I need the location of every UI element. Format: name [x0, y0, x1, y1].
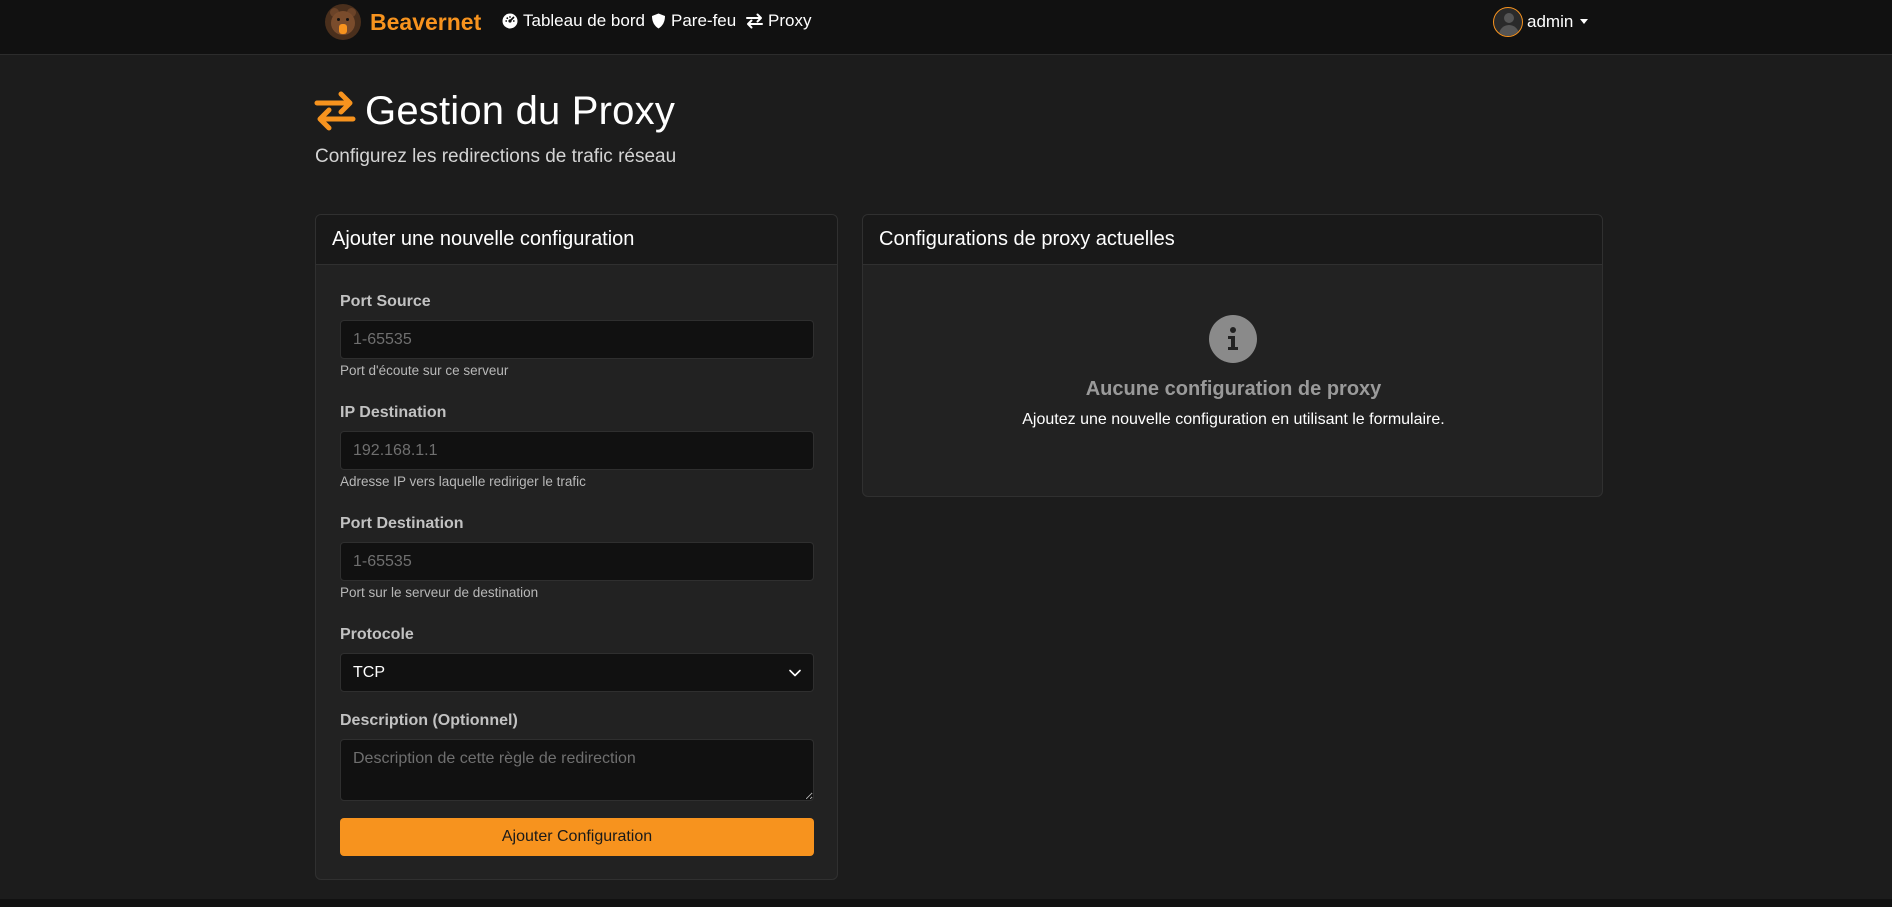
caret-down-icon: [1580, 19, 1589, 24]
empty-state-title: Aucune configuration de proxy: [1085, 378, 1382, 400]
dest-ip-label: IP Destination: [340, 404, 447, 421]
card-title: Configurations de proxy actuelles: [863, 215, 1602, 265]
card-title: Ajouter une nouvelle configuration: [316, 215, 837, 265]
protocol-select[interactable]: TCP: [340, 653, 814, 692]
dest-port-input[interactable]: [340, 542, 814, 581]
dest-ip-help: Adresse IP vers laquelle rediriger le tr…: [340, 474, 586, 489]
username: admin: [1527, 11, 1574, 31]
gauge-icon: [502, 13, 518, 29]
user-menu-dropdown[interactable]: admin: [1493, 6, 1589, 37]
protocol-label: Protocole: [340, 626, 414, 643]
exchange-icon: [314, 91, 356, 131]
dest-port-label: Port Destination: [340, 515, 464, 532]
nav-link-proxy[interactable]: Proxy: [746, 9, 811, 33]
source-port-input[interactable]: [340, 320, 814, 359]
dest-ip-input[interactable]: [340, 431, 814, 470]
empty-state-text: Ajoutez une nouvelle configuration en ut…: [1022, 411, 1445, 428]
exchange-icon: [746, 13, 763, 29]
protocol-value: TCP: [353, 663, 385, 681]
beaver-logo-icon: [325, 4, 361, 40]
nav-link-label: Pare-feu: [671, 11, 737, 30]
current-configurations-card: Configurations de proxy actuelles Aucune…: [862, 214, 1603, 497]
shield-icon: [652, 13, 665, 29]
nav-link-label: Tableau de bord: [523, 11, 645, 30]
page-subtitle: Configurez les redirections de trafic ré…: [315, 146, 677, 167]
footer-strip: [0, 899, 1892, 907]
brand-name: Beavernet: [370, 8, 482, 35]
add-configuration-button[interactable]: Ajouter Configuration: [340, 818, 814, 856]
nav-link-firewall[interactable]: Pare-feu: [651, 9, 736, 33]
description-label: Description (Optionnel): [340, 712, 518, 729]
source-port-help: Port d'écoute sur ce serveur: [340, 363, 509, 378]
add-configuration-card: Ajouter une nouvelle configuration Port …: [315, 214, 838, 880]
source-port-label: Port Source: [340, 293, 431, 310]
page-title: Gestion du Proxy: [365, 88, 676, 133]
chevron-down-icon: [789, 669, 801, 676]
description-textarea[interactable]: [340, 739, 814, 801]
dest-port-help: Port sur le serveur de destination: [340, 585, 539, 600]
page-header: Gestion du Proxy: [314, 86, 675, 136]
avatar: [1493, 6, 1523, 37]
nav-link-label: Proxy: [768, 11, 812, 30]
info-icon: [1209, 315, 1257, 363]
nav-link-dashboard[interactable]: Tableau de bord: [502, 9, 645, 33]
navbar: Beavernet Tableau de bord Pare-feu Proxy: [0, 0, 1892, 55]
brand-link[interactable]: Beavernet: [325, 4, 481, 40]
